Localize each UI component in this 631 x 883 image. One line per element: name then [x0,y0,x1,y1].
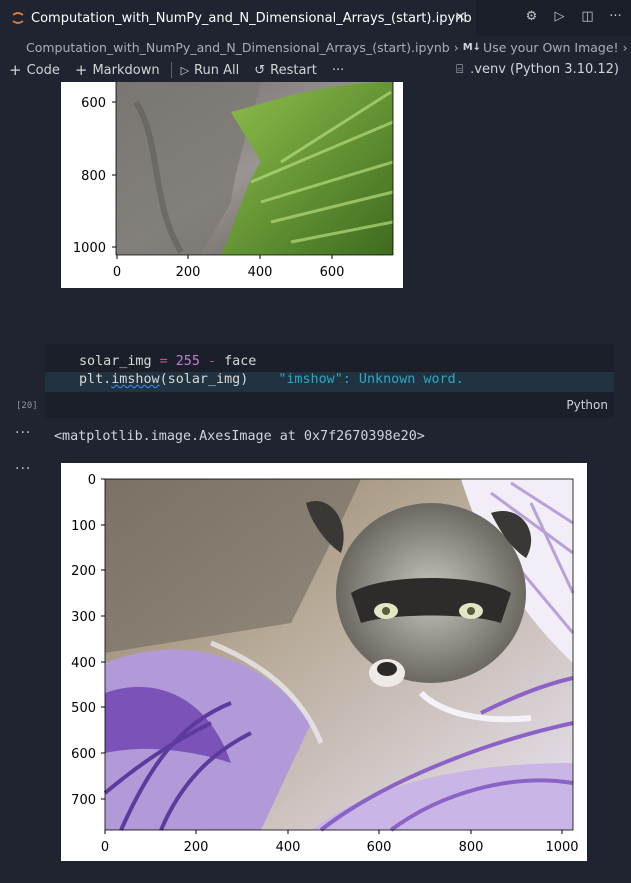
breadcrumb: Computation_with_NumPy_and_N_Dimensional… [0,36,631,58]
plus-icon: + [74,61,88,79]
run-all-label: Run All [194,62,240,78]
code-token: 255 [175,354,200,369]
xtick-label: 1000 [545,840,578,855]
code-line-1[interactable]: solar_img = 255 - face [79,354,256,369]
restart-icon: ↺ [254,62,266,78]
ytick-label: 600 [81,96,106,111]
inverted-raccoon-image [103,479,575,832]
output-toolbar-icon[interactable]: ··· [15,461,31,477]
ytick-label: 500 [71,701,96,716]
output-figure-bottom: 0 100 200 300 400 500 600 700 0 200 400 … [61,463,587,861]
kernel-picker[interactable]: ⌸ .venv (Python 3.10.12) [456,62,619,77]
code-token: = [151,354,176,369]
code-cell[interactable]: solar_img = 255 - face plt.imshow(solar_… [45,344,614,418]
kernel-icon: ⌸ [455,62,464,76]
output-toolbar-icon[interactable]: ··· [15,425,31,441]
xtick-label: 200 [176,265,201,280]
ytick-label: 400 [71,656,96,671]
ytick-label: 600 [71,747,96,762]
add-code-button[interactable]: + Code [9,61,60,79]
kernel-label: .venv (Python 3.10.12) [470,62,619,77]
breadcrumb-section[interactable]: Use your Own Image! [483,40,619,55]
xtick-label: 800 [459,840,484,855]
xtick-label: 0 [113,265,121,280]
output-text: <matplotlib.image.AxesImage at 0x7f26703… [54,429,425,444]
xtick-label: 200 [184,840,209,855]
ytick-label: 300 [71,610,96,625]
raccoon-image [116,82,394,255]
add-code-label: Code [26,62,60,78]
plus-icon: + [9,61,22,79]
ytick-label: 800 [81,169,106,184]
run-icon[interactable]: ▷ [552,9,567,26]
xtick-label: 0 [101,840,109,855]
code-line-2[interactable]: plt.imshow(solar_img) "imshow": Unknown w… [45,372,614,392]
breadcrumb-file[interactable]: Computation_with_NumPy_and_N_Dimensional… [26,40,450,55]
code-token: plt. [79,372,112,387]
split-editor-icon[interactable]: ◫ [580,9,595,26]
ytick-label: 200 [71,564,96,579]
execution-count: [20] [16,401,38,411]
ytick-label: 1000 [73,241,106,256]
run-all-button[interactable]: ▷ Run All [181,63,240,78]
notebook-toolbar: + Code + Markdown ▷ Run All ↺ Restart ··… [0,58,631,82]
ytick-label: 0 [88,473,96,488]
xtick-label: 600 [320,265,345,280]
run-all-icon: ▷ [180,63,190,77]
tab-title: Computation_with_NumPy_and_N_Dimensional… [31,10,472,26]
xtick-label: 400 [276,840,301,855]
cell-language[interactable]: Python [566,398,608,412]
restart-button[interactable]: ↺ Restart [254,63,317,78]
editor-actions: ⚙ ▷ ◫ ··· [524,9,623,26]
output-figure-top: 600 800 1000 0 200 400 600 [61,82,403,288]
restart-label: Restart [270,62,317,78]
more-button[interactable]: ··· [332,63,344,78]
code-token: solar_img [79,354,152,369]
gear-icon[interactable]: ⚙ [524,9,539,26]
close-icon[interactable]: × [454,9,466,25]
chevron-right-icon: › [622,39,628,55]
more-label: ··· [331,62,345,78]
chevron-right-icon: › [453,39,459,55]
tab-notebook[interactable]: Computation_with_NumPy_and_N_Dimensional… [0,0,476,36]
code-token: imshow [111,372,160,387]
code-token: face [224,354,257,369]
code-token: (solar_img) [159,372,249,387]
toolbar-divider [170,62,172,78]
xtick-label: 400 [248,265,273,280]
add-markdown-label: Markdown [92,62,160,78]
more-actions-icon[interactable]: ··· [608,9,623,26]
markdown-icon: M↓ [462,41,482,53]
spell-check-hint: "imshow": Unknown word. [278,372,464,387]
ytick-label: 700 [71,793,96,808]
code-token: - [199,354,225,369]
add-markdown-button[interactable]: + Markdown [75,61,160,79]
xtick-label: 600 [367,840,392,855]
jupyter-icon [12,12,24,24]
notebook-editor: 600 800 1000 0 200 400 600 solar_img = 2… [0,82,631,883]
ytick-label: 100 [71,519,96,534]
tab-bar: Computation_with_NumPy_and_N_Dimensional… [0,0,631,36]
